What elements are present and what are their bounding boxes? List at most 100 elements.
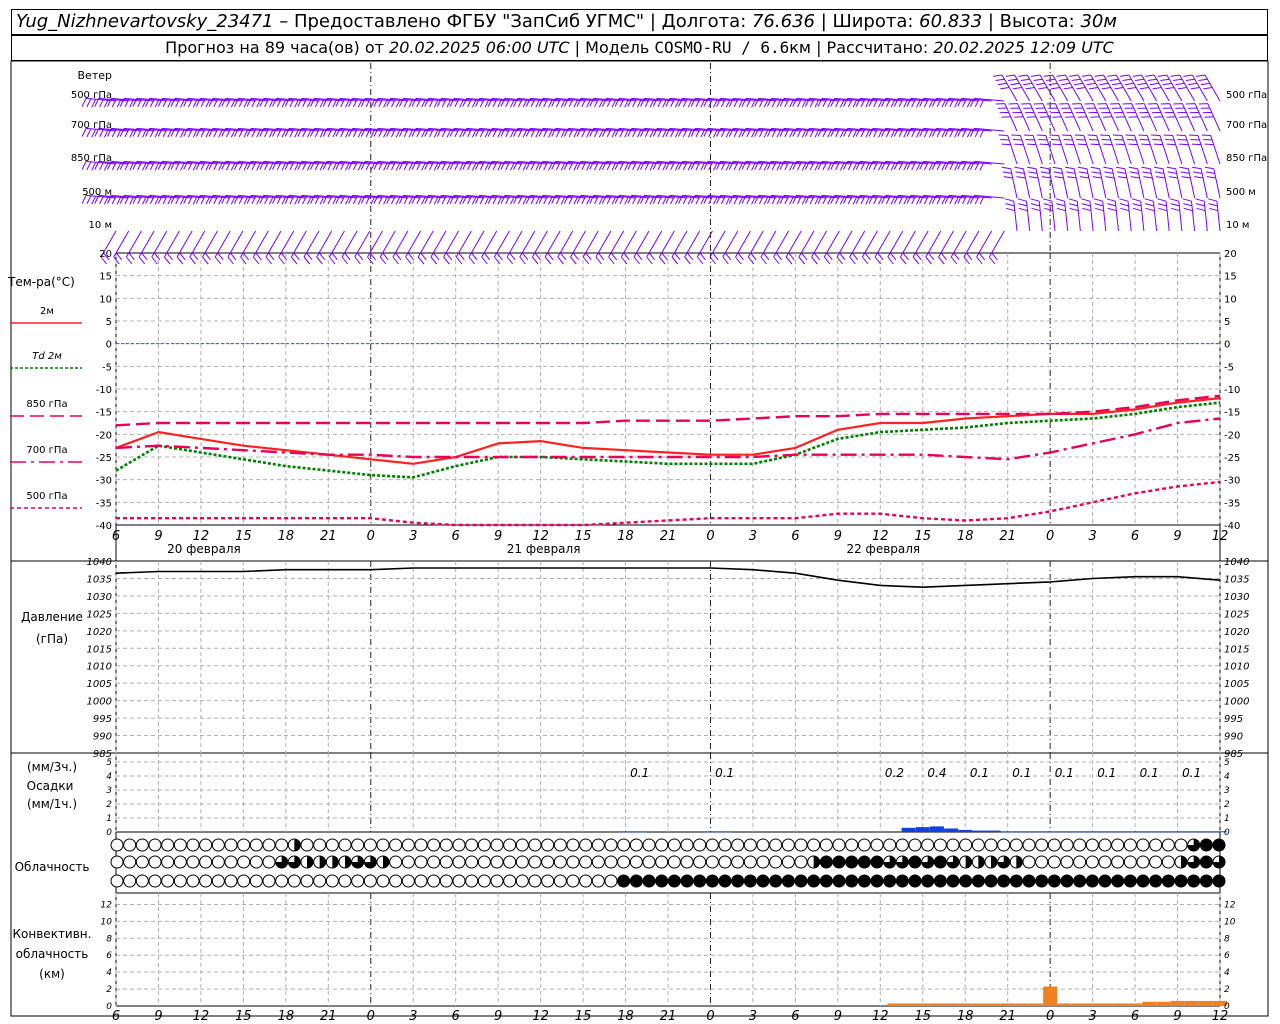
cloud-circle bbox=[363, 874, 377, 888]
hour-label-bottom: 21 bbox=[320, 1009, 337, 1024]
cloud-fill bbox=[978, 856, 985, 868]
cloud-circle bbox=[553, 874, 567, 888]
wind-barb bbox=[684, 230, 701, 265]
precip-title: Осадки bbox=[27, 779, 74, 793]
cloud-circle bbox=[135, 874, 149, 888]
cloud-fill bbox=[991, 856, 997, 868]
cloud-circle bbox=[743, 855, 757, 869]
hour-label-mid: 18 bbox=[957, 529, 974, 544]
hour-label-mid: 21 bbox=[999, 529, 1016, 544]
precip-value: 0.1 bbox=[1140, 766, 1159, 780]
wind-barb bbox=[993, 74, 1018, 102]
pres-tick-left: 1030 bbox=[87, 592, 112, 603]
cloud-circle bbox=[439, 874, 453, 888]
temp-tick-left: 20 bbox=[99, 249, 112, 260]
cloud-circle bbox=[148, 874, 162, 888]
conv-bar bbox=[986, 1003, 1001, 1006]
pres-tick-right: 1025 bbox=[1224, 609, 1249, 620]
conv-bar bbox=[1071, 1003, 1086, 1006]
conv-bar bbox=[1198, 1000, 1213, 1006]
wind-barb bbox=[468, 230, 485, 265]
cloud-circle bbox=[351, 838, 365, 852]
temp-tick-left: 5 bbox=[106, 317, 112, 328]
cloud-circle bbox=[414, 874, 428, 888]
cloud-circle bbox=[477, 874, 491, 888]
cloud-circle bbox=[1073, 874, 1087, 888]
wind-barb bbox=[1081, 198, 1094, 232]
cloud-circle bbox=[807, 874, 821, 888]
wind-barb bbox=[1179, 166, 1196, 199]
temp-tick-right: -35 bbox=[1224, 498, 1240, 509]
temp-tick-left: 15 bbox=[99, 272, 112, 283]
cloud-circle bbox=[895, 874, 909, 888]
cloud-circle bbox=[401, 838, 415, 852]
cloud-circle bbox=[300, 838, 314, 852]
cloud-circle bbox=[186, 874, 200, 888]
cloud-circle bbox=[819, 838, 833, 852]
wind-barb bbox=[240, 230, 257, 265]
hour-label-bottom: 15 bbox=[914, 1009, 931, 1024]
wind-barb bbox=[1084, 103, 1107, 132]
precip-value: 0.1 bbox=[1182, 766, 1201, 780]
cloud-circle bbox=[465, 838, 479, 852]
wind-barb bbox=[1166, 166, 1183, 199]
cloud-fill bbox=[813, 856, 820, 868]
cloud-circle bbox=[528, 838, 542, 852]
conv-bar bbox=[1014, 1003, 1029, 1006]
temp-tick-right: -25 bbox=[1224, 453, 1240, 464]
wind-barb bbox=[849, 230, 866, 265]
wind-barb bbox=[1154, 166, 1170, 199]
wind-barb bbox=[836, 230, 853, 265]
cloud-circle bbox=[249, 874, 263, 888]
cloud-circle bbox=[1123, 855, 1137, 869]
cloud-circle bbox=[135, 855, 149, 869]
cloud-circle bbox=[186, 838, 200, 852]
cloud-fill bbox=[319, 856, 326, 868]
legend-label-0: 2м bbox=[40, 306, 54, 317]
conv-bar bbox=[1156, 1001, 1171, 1006]
wind-barb bbox=[1208, 198, 1221, 232]
pres-tick-right: 1010 bbox=[1224, 662, 1249, 673]
cloud-circle bbox=[794, 855, 808, 869]
cloud-circle bbox=[693, 855, 707, 869]
wind-barb bbox=[1157, 198, 1170, 232]
cloud-circle bbox=[1111, 874, 1125, 888]
day-label: 20 февраля bbox=[167, 542, 241, 556]
wind-barb bbox=[379, 230, 396, 265]
wind-barb bbox=[278, 230, 295, 265]
wind-barb bbox=[176, 230, 193, 265]
cloud-circle bbox=[553, 855, 567, 869]
precip-value: 0.1 bbox=[715, 766, 734, 780]
pres-tick-right: 1035 bbox=[1224, 574, 1249, 585]
wind-barb bbox=[811, 230, 828, 265]
cloud-circle bbox=[591, 855, 605, 869]
wind-barb bbox=[1077, 166, 1094, 199]
pres-tick-right: 1040 bbox=[1224, 557, 1249, 568]
conv-bar bbox=[1085, 1003, 1100, 1006]
pres-tick-right: 1005 bbox=[1224, 679, 1249, 690]
cloud-circle bbox=[832, 874, 846, 888]
precip-bar bbox=[1057, 831, 1072, 833]
conv-bar bbox=[929, 1003, 944, 1006]
temp-tick-left: -30 bbox=[96, 476, 112, 487]
cloud-circle bbox=[997, 874, 1011, 888]
conv-bar bbox=[1029, 1003, 1043, 1006]
prec-tick-left: 1 bbox=[106, 814, 112, 824]
cloud-circle bbox=[857, 874, 871, 888]
temp-tick-left: 10 bbox=[99, 294, 112, 305]
cloud-circle bbox=[984, 874, 998, 888]
pres-tick-left: 1005 bbox=[87, 679, 112, 690]
hour-label-mid: 21 bbox=[320, 529, 337, 544]
wind-barb bbox=[189, 230, 206, 265]
wind-barb bbox=[544, 230, 561, 265]
cloud-circle bbox=[959, 874, 973, 888]
temp-series-4 bbox=[116, 480, 1221, 527]
cloud-circle bbox=[1149, 838, 1163, 852]
cloud-circle bbox=[224, 838, 238, 852]
precip-bar bbox=[915, 827, 930, 832]
cloud-circle bbox=[718, 838, 732, 852]
conv-bar bbox=[1113, 1003, 1128, 1006]
conv-bar bbox=[887, 1003, 902, 1006]
pres-tick-right: 1030 bbox=[1224, 592, 1249, 603]
temp-tick-right: -15 bbox=[1224, 408, 1240, 419]
